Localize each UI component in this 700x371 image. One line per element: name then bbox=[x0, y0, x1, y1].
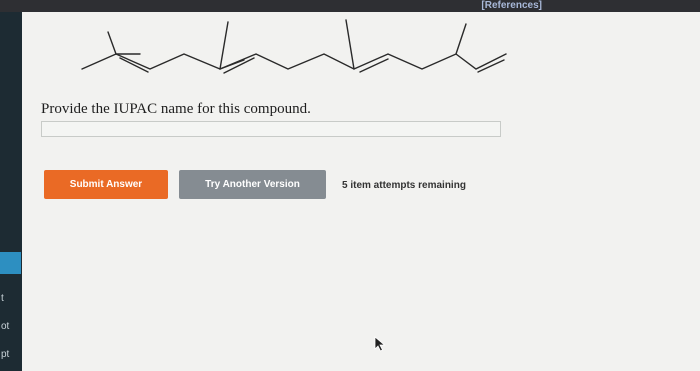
left-sidebar: t ot pt bbox=[0, 12, 22, 371]
sidebar-tab-label: ot bbox=[1, 321, 10, 332]
references-link[interactable]: [References] bbox=[481, 0, 542, 11]
submit-answer-button[interactable]: Submit Answer bbox=[44, 170, 168, 199]
top-bar: [References] bbox=[0, 0, 700, 12]
try-another-version-button[interactable]: Try Another Version bbox=[179, 170, 326, 199]
sidebar-tab-2[interactable]: t bbox=[0, 288, 21, 310]
sidebar-tab-1[interactable] bbox=[0, 252, 21, 274]
question-prompt: Provide the IUPAC name for this compound… bbox=[41, 101, 311, 117]
answer-input[interactable] bbox=[41, 121, 501, 137]
sidebar-tab-3[interactable]: ot bbox=[0, 316, 21, 338]
sidebar-tab-label: t bbox=[1, 293, 4, 304]
sidebar-tab-4[interactable]: pt bbox=[0, 344, 21, 366]
cursor-arrow-icon bbox=[374, 336, 386, 352]
sidebar-tab-label: pt bbox=[1, 349, 10, 360]
molecule-structure bbox=[81, 19, 507, 74]
attempts-remaining-text: 5 item attempts remaining bbox=[342, 180, 466, 191]
